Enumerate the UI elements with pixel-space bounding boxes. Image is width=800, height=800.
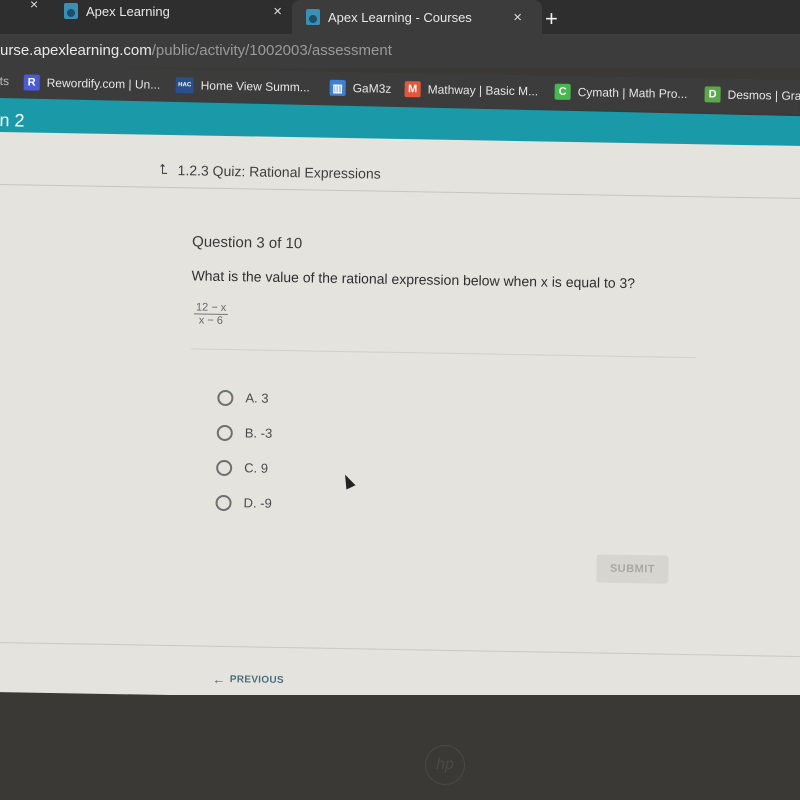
option-value: 9 bbox=[260, 460, 269, 476]
browser-tabstrip: × Apex Learning × Apex Learning - Course… bbox=[0, 0, 800, 34]
apex-favicon-icon bbox=[306, 9, 320, 25]
hac-icon: HAC bbox=[175, 77, 194, 94]
radio-button[interactable] bbox=[216, 459, 233, 476]
url-host: urse.apexlearning.com bbox=[0, 42, 152, 59]
url-text[interactable]: urse.apexlearning.com/public/activity/10… bbox=[0, 42, 392, 59]
radio-button[interactable] bbox=[216, 424, 233, 441]
option-value: -9 bbox=[260, 495, 272, 511]
option-value: 3 bbox=[261, 390, 269, 406]
option-c[interactable]: C. 9 bbox=[216, 450, 273, 486]
bookmark-desmos[interactable]: D Desmos | Gra bbox=[704, 86, 800, 104]
previous-button[interactable]: ← PREVIOUS bbox=[212, 672, 284, 688]
desmos-icon: D bbox=[704, 86, 721, 103]
quiz-page: ⮤ 1.2.3 Quiz: Rational Expressions Quest… bbox=[0, 132, 800, 707]
answer-options: A. 3 B. -3 C. 9 D. -9 bbox=[215, 380, 274, 521]
cymath-icon: C bbox=[554, 83, 571, 100]
tab-apex-learning-courses[interactable]: Apex Learning - Courses × bbox=[292, 0, 542, 34]
bookmark-home-view[interactable]: HAC Home View Summ... bbox=[175, 77, 310, 95]
bookmark-label: Desmos | Gra bbox=[727, 87, 800, 103]
mathway-icon: M bbox=[404, 81, 421, 98]
question-number: Question 3 of 10 bbox=[191, 233, 303, 253]
bookmark-label: GaM3z bbox=[352, 81, 392, 96]
rewordify-icon: R bbox=[23, 74, 40, 91]
breadcrumb[interactable]: ⮤ 1.2.3 Quiz: Rational Expressions bbox=[159, 161, 381, 182]
option-d[interactable]: D. -9 bbox=[215, 485, 272, 521]
bookmark-label: Mathway | Basic M... bbox=[427, 82, 539, 99]
radio-button[interactable] bbox=[215, 494, 232, 511]
gam3z-icon: ▥ bbox=[329, 79, 346, 97]
option-b[interactable]: B. -3 bbox=[216, 415, 273, 451]
bookmark-label: Rewordify.com | Un... bbox=[46, 75, 161, 92]
course-header-text: n 2 bbox=[0, 109, 25, 131]
option-value: -3 bbox=[260, 425, 273, 441]
tab-apex-learning[interactable]: Apex Learning × bbox=[0, 0, 290, 28]
option-letter: A. bbox=[245, 390, 258, 406]
previous-label: PREVIOUS bbox=[229, 674, 284, 687]
bookmarks-prefix: ts bbox=[0, 73, 10, 89]
header-divider bbox=[0, 183, 800, 200]
hp-logo-icon: hp bbox=[425, 745, 465, 785]
arrow-left-icon: ← bbox=[212, 671, 226, 688]
submit-button[interactable]: SUBMIT bbox=[596, 554, 669, 584]
bookmark-gam3z[interactable]: ▥ GaM3z bbox=[329, 79, 392, 97]
radio-button[interactable] bbox=[217, 389, 234, 406]
back-up-icon[interactable]: ⮤ bbox=[159, 161, 168, 178]
question-divider bbox=[191, 348, 697, 359]
close-tab-icon[interactable]: × bbox=[513, 9, 522, 26]
url-path: /public/activity/1002003/assessment bbox=[151, 42, 392, 59]
bookmark-cymath[interactable]: C Cymath | Math Pro... bbox=[554, 83, 688, 102]
expression-numerator: 12 − x bbox=[193, 301, 229, 316]
expression-denominator: x − 6 bbox=[198, 314, 224, 327]
question-text: What is the value of the rational expres… bbox=[191, 267, 636, 292]
apex-favicon-icon bbox=[64, 3, 78, 19]
laptop-bezel bbox=[0, 695, 800, 800]
tab-title: Apex Learning bbox=[86, 3, 170, 19]
tab-title: Apex Learning - Courses bbox=[328, 9, 472, 25]
address-bar[interactable]: urse.apexlearning.com/public/activity/10… bbox=[0, 34, 800, 68]
new-tab-button[interactable]: + bbox=[545, 6, 558, 32]
bookmark-label: Cymath | Math Pro... bbox=[577, 85, 688, 102]
bookmark-label: Home View Summ... bbox=[200, 78, 310, 95]
option-letter: D. bbox=[243, 495, 257, 511]
option-a[interactable]: A. 3 bbox=[217, 380, 274, 416]
bookmark-mathway[interactable]: M Mathway | Basic M... bbox=[404, 81, 539, 99]
option-letter: C. bbox=[244, 460, 258, 476]
footer-divider bbox=[0, 641, 800, 658]
bookmark-rewordify[interactable]: R Rewordify.com | Un... bbox=[23, 74, 161, 92]
rational-expression: 12 − x x − 6 bbox=[193, 301, 229, 327]
quiz-title: 1.2.3 Quiz: Rational Expressions bbox=[177, 161, 381, 182]
close-tab-icon[interactable]: × bbox=[273, 3, 282, 20]
option-letter: B. bbox=[244, 425, 258, 441]
